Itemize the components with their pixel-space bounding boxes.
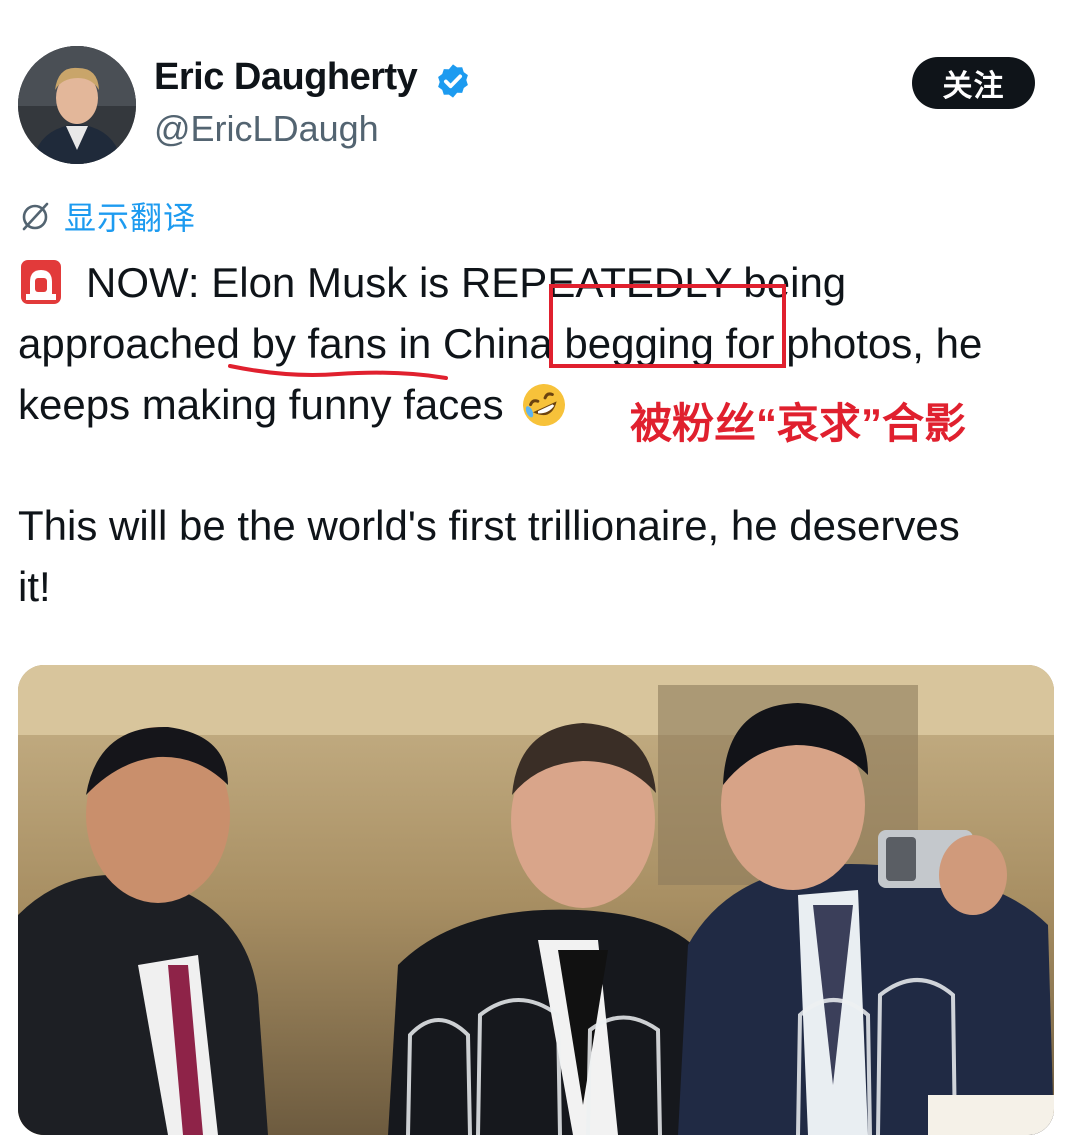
verified-badge-icon: [438, 64, 468, 98]
avatar[interactable]: [18, 46, 136, 164]
annotation-label: 被粉丝“哀求”合影: [630, 400, 967, 447]
rolling-laughing-emoji-icon: [522, 383, 565, 426]
tweet-line-4: This will be the world's first trilliona…: [18, 502, 960, 549]
tweet-line: NOW: Elon Musk is REPEATEDLY being: [18, 252, 1058, 313]
tweet-line-2: approached by fans in China begging for …: [18, 320, 983, 367]
show-translation-label: 显示翻译: [64, 200, 197, 236]
red-highlight-box: [549, 284, 786, 368]
red-underline-annotation: [228, 364, 448, 380]
siren-icon: [21, 259, 61, 304]
tweet-line: This will be the world's first trilliona…: [18, 495, 1058, 556]
tweet-line: it!: [18, 556, 1058, 617]
follow-button[interactable]: 关注: [912, 57, 1035, 109]
tweet-line: approached by fans in China begging for …: [18, 313, 1058, 374]
show-translation-link[interactable]: 显示翻译: [18, 196, 196, 236]
tweet-line-5: it!: [18, 563, 51, 610]
display-name[interactable]: Eric Daugherty: [154, 56, 418, 99]
translate-icon: [22, 202, 49, 231]
user-handle[interactable]: @EricLDaugh: [154, 108, 379, 150]
tweet-photo[interactable]: [18, 665, 1054, 1135]
